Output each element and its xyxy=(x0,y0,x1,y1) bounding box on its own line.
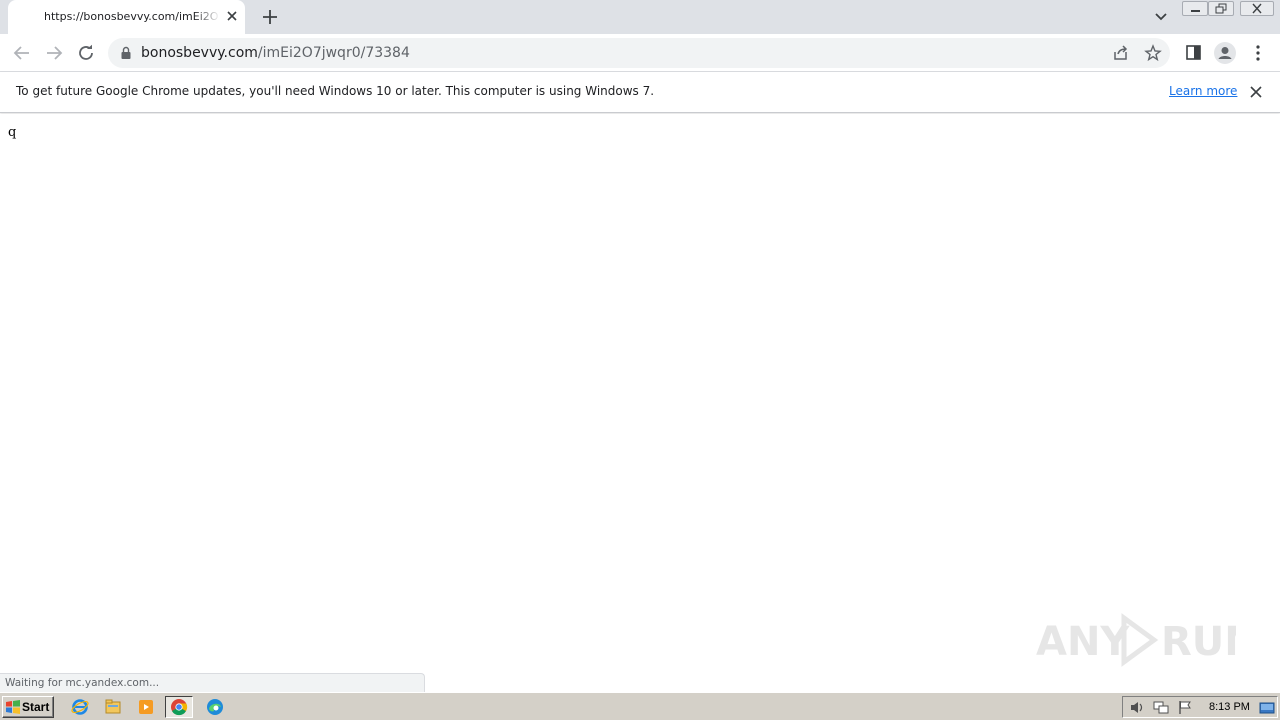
minimize-icon xyxy=(1191,10,1200,12)
window-controls xyxy=(1182,0,1276,18)
taskbar-edge[interactable] xyxy=(201,696,229,718)
svg-text:RUN: RUN xyxy=(1161,619,1236,665)
edge-icon xyxy=(207,699,223,715)
browser-toolbar: bonosbevvy.com/imEi2O7jwqr0/73384 xyxy=(0,34,1280,72)
bookmark-star-icon[interactable] xyxy=(1144,44,1162,62)
share-icon[interactable] xyxy=(1112,44,1130,62)
show-desktop-icon[interactable] xyxy=(1259,700,1275,715)
address-bar[interactable]: bonosbevvy.com/imEi2O7jwqr0/73384 xyxy=(108,38,1170,68)
media-player-icon xyxy=(139,700,153,714)
action-center-flag-icon[interactable] xyxy=(1177,700,1193,715)
new-tab-icon[interactable] xyxy=(259,6,281,28)
profile-avatar-icon[interactable] xyxy=(1213,41,1237,65)
side-panel-icon[interactable] xyxy=(1182,41,1206,65)
page-content: q ANY RUN Waiting for mc.yandex.com... xyxy=(0,114,1280,692)
status-text: Waiting for mc.yandex.com... xyxy=(5,677,160,689)
chrome-icon xyxy=(171,699,188,716)
infobar-close-icon[interactable] xyxy=(1248,84,1264,100)
close-window-button[interactable] xyxy=(1240,1,1274,16)
start-button[interactable]: Start xyxy=(2,696,54,718)
tab-title: https://bonosbevvy.com/imEi2O7jwqr0/7338… xyxy=(44,10,220,23)
update-infobar: To get future Google Chrome updates, you… xyxy=(0,72,1280,113)
network-icon[interactable] xyxy=(1153,700,1169,715)
url-path: /imEi2O7jwqr0/73384 xyxy=(257,45,410,61)
browser-tab[interactable]: https://bonosbevvy.com/imEi2O7jwqr0/7338… xyxy=(8,0,245,34)
reload-icon[interactable] xyxy=(74,41,98,65)
taskbar-media-player[interactable] xyxy=(132,696,160,718)
url-text[interactable]: bonosbevvy.com/imEi2O7jwqr0/73384 xyxy=(141,45,410,61)
anyrun-watermark: ANY RUN xyxy=(1036,613,1236,667)
minimize-button[interactable] xyxy=(1182,1,1208,16)
start-label: Start xyxy=(22,700,50,714)
url-host: bonosbevvy.com xyxy=(141,45,258,61)
taskbar-file-explorer[interactable] xyxy=(99,696,127,718)
page-body-text: q xyxy=(8,125,17,140)
internet-explorer-icon xyxy=(71,699,89,715)
tab-strip: https://bonosbevvy.com/imEi2O7jwqr0/7338… xyxy=(0,0,1280,34)
taskbar-internet-explorer[interactable] xyxy=(66,696,94,718)
restore-button[interactable] xyxy=(1208,1,1234,16)
forward-arrow-icon[interactable] xyxy=(42,41,66,65)
lock-icon[interactable] xyxy=(120,46,132,60)
windows-taskbar: Start 8:13 PM xyxy=(0,692,1280,720)
close-icon xyxy=(1252,3,1262,14)
windows-logo-icon xyxy=(6,700,20,714)
restore-icon xyxy=(1215,3,1227,14)
status-bubble: Waiting for mc.yandex.com... xyxy=(0,673,425,692)
back-arrow-icon[interactable] xyxy=(10,41,34,65)
more-menu-icon[interactable] xyxy=(1246,41,1270,65)
volume-icon[interactable] xyxy=(1129,700,1145,715)
infobar-message: To get future Google Chrome updates, you… xyxy=(16,84,655,98)
file-explorer-icon xyxy=(105,699,121,714)
taskbar-chrome[interactable] xyxy=(165,696,193,718)
learn-more-link[interactable]: Learn more xyxy=(1169,84,1237,98)
chevron-down-icon[interactable] xyxy=(1151,8,1171,26)
system-tray: 8:13 PM xyxy=(1122,696,1278,718)
tab-close-icon[interactable] xyxy=(224,8,240,24)
svg-text:ANY: ANY xyxy=(1036,619,1130,665)
taskbar-clock[interactable]: 8:13 PM xyxy=(1209,701,1250,713)
